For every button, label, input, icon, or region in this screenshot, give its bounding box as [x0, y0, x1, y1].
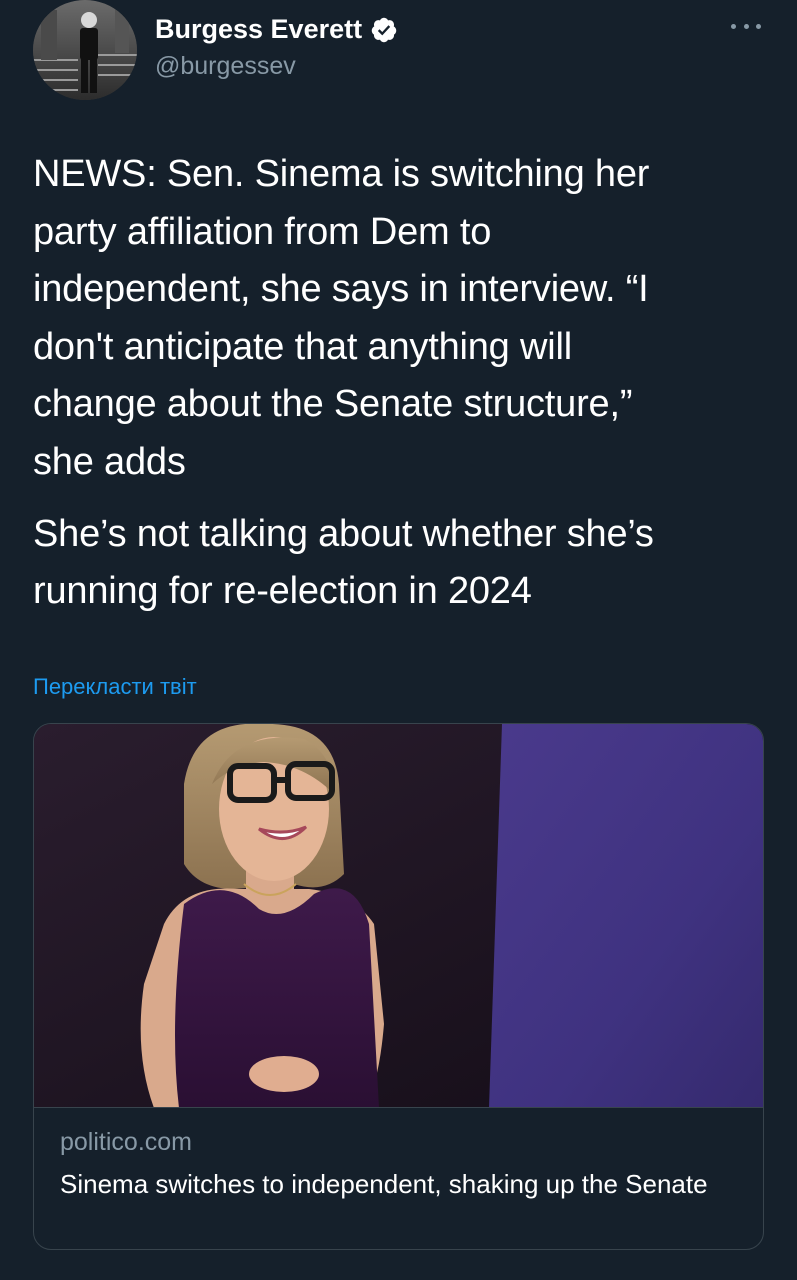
dot [756, 23, 761, 29]
tweet-paragraph-1: NEWS: Sen. Sinema is switching her party… [33, 153, 650, 483]
author-name-row[interactable]: Burgess Everett [155, 14, 398, 45]
more-dots-icon[interactable] [728, 14, 764, 38]
tweet-text: NEWS: Sen. Sinema is switching her party… [33, 146, 773, 621]
link-card-meta[interactable]: politico.com Sinema switches to independ… [34, 1108, 763, 1249]
dot [731, 23, 736, 29]
verified-badge-icon [371, 17, 397, 42]
dot [743, 23, 749, 29]
article-photo [34, 724, 763, 1107]
link-card-domain: politico.com [60, 1128, 192, 1156]
link-card-title: Sinema switches to independent, shaking … [60, 1169, 708, 1199]
author-handle[interactable]: @burgessev [155, 52, 296, 81]
avatar-image [33, 0, 137, 100]
link-card[interactable]: politico.com Sinema switches to independ… [33, 723, 764, 1250]
link-card-image[interactable] [34, 724, 763, 1108]
tweet[interactable]: Burgess Everett @burgessev NEWS: Sen. Si… [0, 0, 797, 1280]
tweet-paragraph-2: She’s not talking about whether she’s ru… [33, 512, 654, 613]
translate-tweet-link[interactable]: Перекласти твіт [33, 674, 197, 700]
author-display-name[interactable]: Burgess Everett [155, 14, 362, 45]
author-avatar[interactable] [33, 0, 137, 100]
